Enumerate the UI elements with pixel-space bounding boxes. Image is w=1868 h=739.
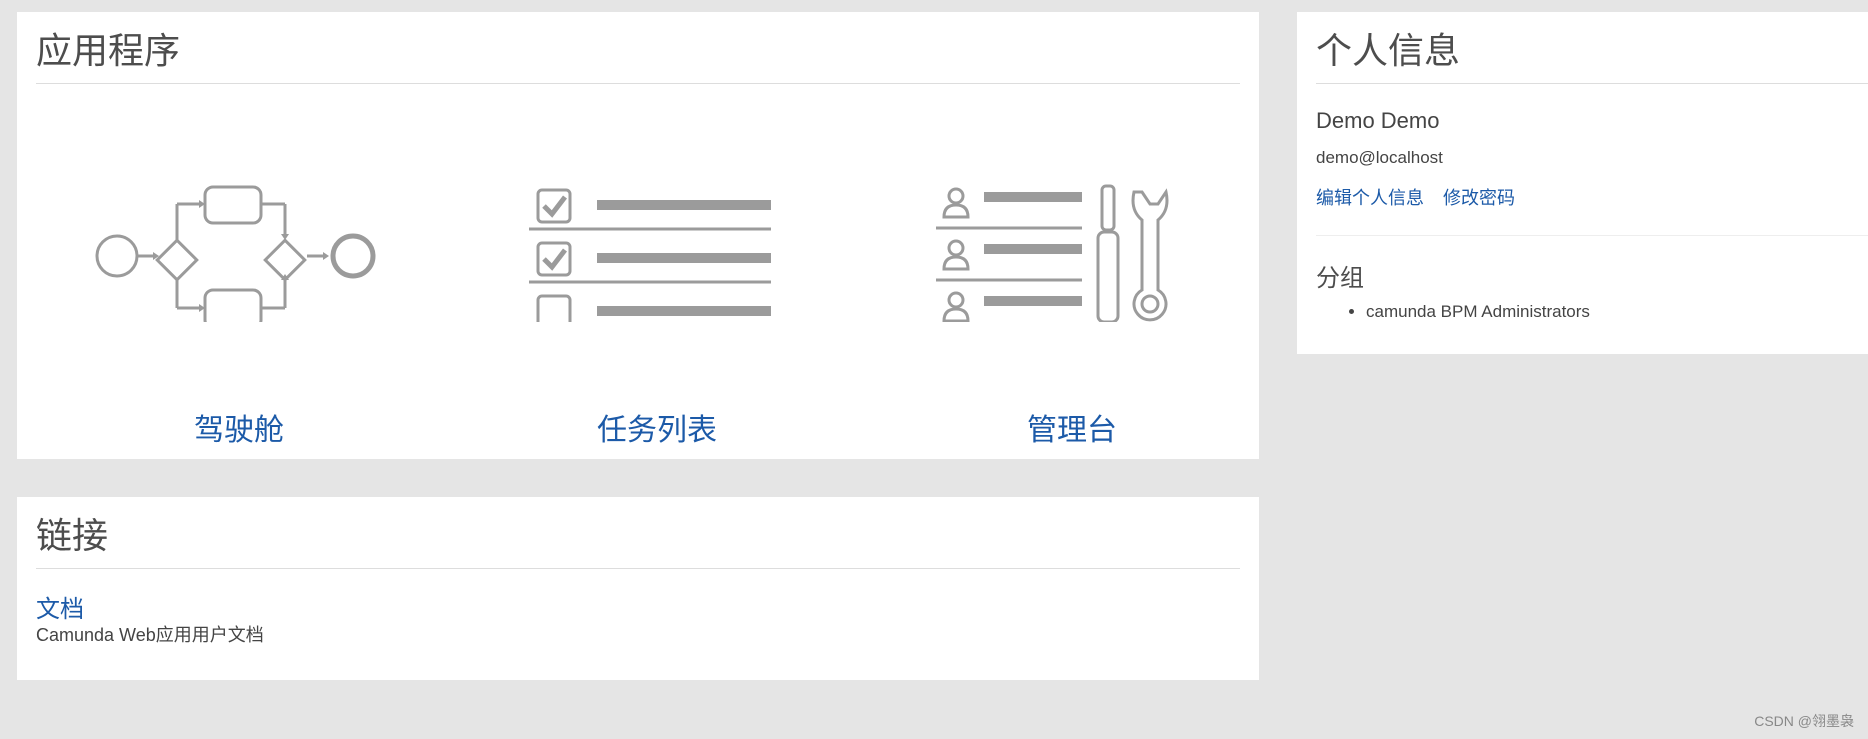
applications-title: 应用程序	[36, 31, 1240, 84]
admin-app-card[interactable]	[922, 162, 1222, 322]
applications-panel: 应用程序 驾驶舱 任务列表 管理台	[17, 12, 1259, 459]
documentation-description: Camunda Web应用用户文档	[36, 625, 264, 645]
change-password-link[interactable]: 修改密码	[1443, 188, 1515, 208]
user-full-name: Demo Demo	[1316, 108, 1440, 133]
tasklist-link[interactable]: 任务列表	[507, 405, 807, 449]
list-item: camunda BPM Administrators	[1366, 300, 1590, 324]
bpmn-process-icon[interactable]	[89, 162, 389, 322]
profile-title: 个人信息	[1316, 31, 1868, 84]
user-email: demo@localhost	[1316, 148, 1443, 167]
admin-tools-icon[interactable]	[922, 162, 1222, 322]
documentation-link[interactable]: 文档	[36, 589, 84, 624]
edit-profile-link[interactable]: 编辑个人信息	[1316, 188, 1424, 208]
admin-link[interactable]: 管理台	[922, 405, 1222, 449]
cockpit-app-card[interactable]	[89, 162, 389, 322]
divider	[1316, 235, 1868, 236]
groups-list: camunda BPM Administrators	[1316, 300, 1590, 324]
tasklist-app-card[interactable]	[507, 162, 807, 322]
groups-title: 分组	[1316, 265, 1364, 292]
watermark: CSDN @翎墨袅	[1754, 713, 1854, 729]
cockpit-link[interactable]: 驾驶舱	[89, 405, 389, 449]
checklist-icon[interactable]	[507, 162, 807, 322]
profile-panel: 个人信息 Demo Demo demo@localhost 编辑个人信息 修改密…	[1297, 12, 1868, 354]
profile-actions: 编辑个人信息 修改密码	[1316, 184, 1529, 210]
links-title: 链接	[36, 516, 1240, 569]
links-panel: 链接 文档 Camunda Web应用用户文档	[17, 497, 1259, 680]
